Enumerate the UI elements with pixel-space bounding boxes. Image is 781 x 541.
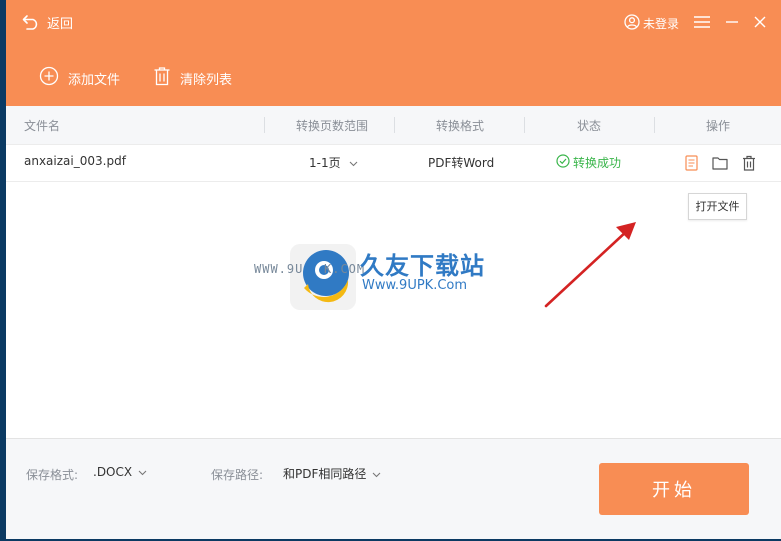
watermark-url-left-2: K.COM — [324, 262, 366, 276]
column-header-filename: 文件名 — [24, 119, 61, 133]
menu-button[interactable] — [692, 13, 712, 33]
status-text: 转换成功 — [573, 156, 622, 170]
column-header-page-range: 转换页数范围 — [296, 119, 369, 133]
minimize-icon — [724, 14, 740, 33]
check-circle-icon — [556, 154, 573, 171]
chevron-down-icon — [132, 465, 147, 479]
column-header-status: 状态 — [577, 119, 602, 133]
column-header-format: 转换格式 — [436, 119, 485, 133]
clear-list-label: 清除列表 — [180, 72, 233, 88]
save-path-value: 和PDF相同路径 — [283, 467, 367, 481]
watermark: WWW.9U K.COM 久友下载站 Www.9UPK.Com — [254, 240, 514, 315]
add-file-label: 添加文件 — [68, 72, 121, 88]
header-bar: 返回 未登录 添加文件 清除列表 — [6, 0, 781, 106]
user-icon — [624, 13, 643, 33]
trash-icon — [153, 66, 180, 90]
plus-circle-icon — [39, 66, 68, 90]
clear-list-button[interactable]: 清除列表 — [153, 66, 232, 90]
column-header-actions: 操作 — [706, 119, 731, 133]
column-divider — [264, 117, 265, 133]
chevron-down-icon — [366, 467, 381, 481]
save-format-value: .DOCX — [93, 465, 133, 479]
open-file-icon[interactable] — [682, 154, 700, 172]
column-divider — [654, 117, 655, 133]
save-path-select[interactable]: 和PDF相同路径 — [283, 465, 381, 482]
close-icon — [753, 14, 767, 33]
folder-icon[interactable] — [711, 154, 729, 172]
minimize-button[interactable] — [722, 13, 742, 33]
table-row[interactable]: anxaizai_003.pdf 1-1页 PDF转Word 转换成功 — [6, 145, 781, 182]
login-label: 未登录 — [643, 16, 680, 31]
chevron-down-icon — [349, 156, 358, 170]
file-name: anxaizai_003.pdf — [24, 154, 126, 168]
status-badge: 转换成功 — [556, 154, 621, 171]
column-divider — [394, 117, 395, 133]
red-arrow-icon — [544, 222, 636, 308]
page-range-select[interactable]: 1-1页 — [309, 154, 358, 171]
start-button[interactable]: 开始 — [599, 463, 749, 515]
add-file-button[interactable]: 添加文件 — [39, 66, 120, 90]
column-divider — [524, 117, 525, 133]
save-format-label: 保存格式: — [26, 468, 79, 482]
conversion-format: PDF转Word — [428, 156, 495, 170]
back-label: 返回 — [47, 16, 74, 32]
login-status[interactable]: 未登录 — [624, 12, 679, 34]
menu-icon — [693, 14, 711, 33]
back-button[interactable]: 返回 — [22, 11, 73, 33]
table-header: 文件名 转换页数范围 转换格式 状态 操作 — [6, 106, 781, 145]
back-arrow-icon — [22, 14, 40, 30]
watermark-url-left: WWW.9U — [254, 262, 304, 276]
save-path-label: 保存路径: — [211, 468, 264, 482]
close-button[interactable] — [750, 13, 770, 33]
watermark-url: Www.9UPK.Com — [362, 278, 468, 293]
delete-icon[interactable] — [740, 154, 758, 172]
save-format-select[interactable]: .DOCX — [93, 465, 147, 479]
footer-bar: 保存格式: .DOCX 保存路径: 和PDF相同路径 开始 — [6, 438, 781, 539]
open-file-tooltip: 打开文件 — [688, 193, 747, 220]
app-window: 返回 未登录 添加文件 清除列表 文件名 转换页数范围 转换格式 状态 操作 a… — [6, 0, 781, 539]
page-range-value: 1-1页 — [309, 156, 341, 170]
watermark-brand: 久友下载站 — [360, 252, 485, 280]
